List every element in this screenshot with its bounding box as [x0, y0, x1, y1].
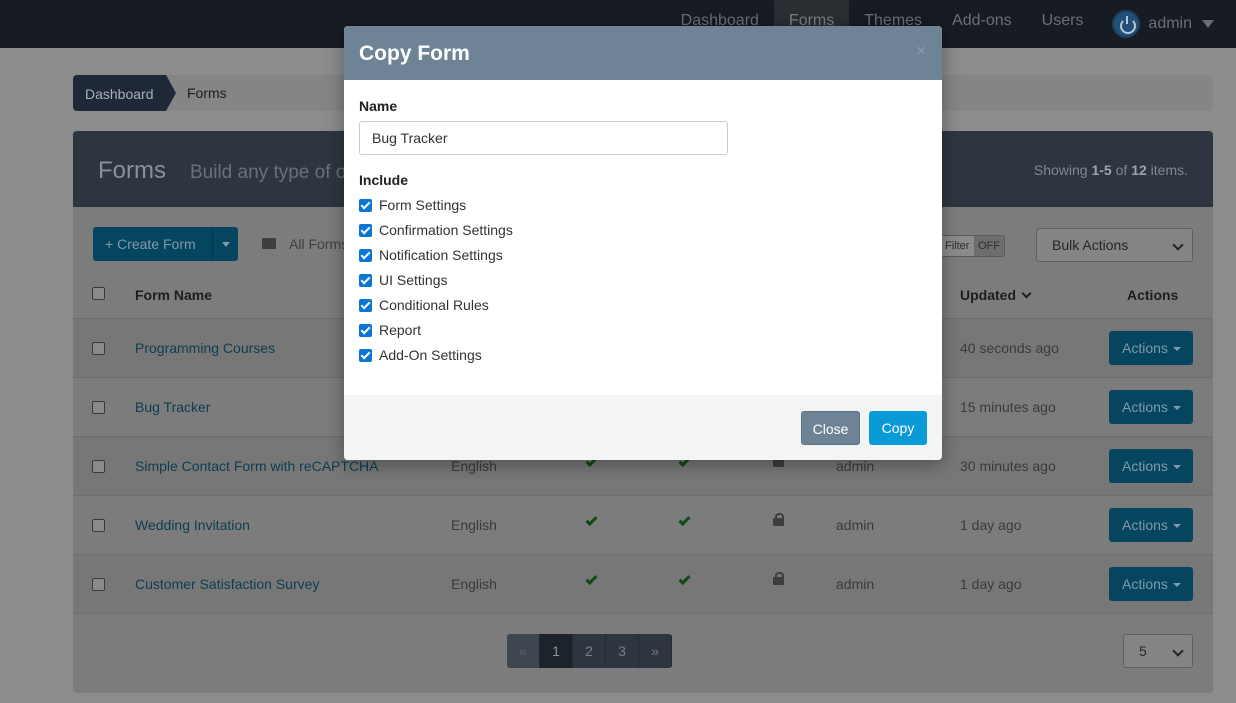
check-icon: [585, 572, 598, 586]
option-ui-settings[interactable]: UI Settings: [359, 271, 447, 289]
lock-icon: [773, 454, 784, 467]
modal-body: Name Include Form Settings Confirmation …: [344, 80, 942, 395]
filter-label: Filter: [942, 236, 974, 256]
checkbox[interactable]: [359, 198, 372, 212]
row-owner: admin: [836, 576, 875, 592]
option-report[interactable]: Report: [359, 321, 421, 339]
checkbox[interactable]: [359, 348, 372, 362]
pagination-prev[interactable]: «: [507, 634, 540, 668]
nav-addons[interactable]: Add-ons: [937, 0, 1027, 48]
option-label: Add-On Settings: [379, 347, 482, 363]
include-label: Include: [359, 172, 409, 188]
option-notification-settings[interactable]: Notification Settings: [359, 246, 503, 264]
pagination-page-2[interactable]: 2: [573, 634, 606, 668]
row-updated: 1 day ago: [960, 517, 1022, 533]
col-form-name[interactable]: Form Name: [135, 287, 212, 303]
nav-users[interactable]: Users: [1027, 0, 1099, 48]
folder-icon: [262, 238, 276, 249]
col-updated[interactable]: Updated: [960, 287, 1032, 303]
checkbox[interactable]: [359, 223, 372, 237]
table-row: Wedding Invitation English admin 1 day a…: [73, 495, 1213, 554]
select-all-checkbox[interactable]: [92, 287, 105, 300]
row-actions-button[interactable]: Actions: [1109, 508, 1193, 542]
row-checkbox[interactable]: [92, 578, 105, 591]
checkbox[interactable]: [359, 273, 372, 287]
row-updated: 1 day ago: [960, 576, 1022, 592]
name-input[interactable]: [359, 121, 728, 155]
row-actions-button[interactable]: Actions: [1109, 390, 1193, 424]
option-conditional-rules[interactable]: Conditional Rules: [359, 296, 489, 314]
user-name: admin: [1148, 15, 1192, 32]
row-checkbox[interactable]: [92, 342, 105, 355]
pagination-page-3[interactable]: 3: [606, 634, 639, 668]
pagination-next[interactable]: »: [639, 634, 672, 668]
table-row: Customer Satisfaction Survey English adm…: [73, 554, 1213, 613]
option-form-settings[interactable]: Form Settings: [359, 196, 466, 214]
option-label: Report: [379, 322, 422, 338]
check-icon: [678, 572, 691, 586]
page-subtitle: Build any type of o: [190, 162, 347, 183]
all-forms-filter[interactable]: All Forms: [289, 236, 348, 252]
create-form-button[interactable]: + Create Form: [93, 227, 238, 261]
breadcrumb-dashboard[interactable]: Dashboard: [73, 75, 175, 111]
form-name-link[interactable]: Simple Contact Form with reCAPTCHA: [135, 458, 379, 474]
form-name-link[interactable]: Customer Satisfaction Survey: [135, 576, 319, 592]
row-actions-button[interactable]: Actions: [1109, 567, 1193, 601]
bulk-actions-select[interactable]: Bulk Actions: [1036, 228, 1193, 262]
check-icon: [678, 513, 691, 527]
checkbox[interactable]: [359, 298, 372, 312]
checkbox[interactable]: [359, 323, 372, 337]
close-icon[interactable]: ×: [916, 41, 926, 61]
row-actions-button[interactable]: Actions: [1109, 331, 1193, 365]
row-language: English: [451, 517, 497, 533]
power-icon: [1112, 10, 1141, 38]
close-button[interactable]: Close: [801, 411, 860, 445]
chevron-down-icon: [1021, 288, 1032, 299]
option-addon-settings[interactable]: Add-On Settings: [359, 346, 482, 364]
modal-title: Copy Form: [359, 42, 470, 65]
row-checkbox[interactable]: [92, 401, 105, 414]
option-label: Form Settings: [379, 197, 467, 213]
row-owner: admin: [836, 517, 875, 533]
check-icon: [585, 513, 598, 527]
create-form-label: + Create Form: [105, 236, 196, 252]
row-checkbox[interactable]: [92, 460, 105, 473]
user-menu[interactable]: admin: [1098, 0, 1236, 48]
row-checkbox[interactable]: [92, 519, 105, 532]
option-label: Notification Settings: [379, 247, 503, 263]
items-count: Showing 1-5 of 12 items.: [1033, 162, 1188, 178]
page-size-select[interactable]: 5: [1123, 634, 1193, 668]
copy-form-modal: Copy Form × Name Include Form Settings C…: [344, 26, 942, 460]
page-title: Forms: [98, 157, 166, 184]
row-actions-button[interactable]: Actions: [1109, 449, 1193, 483]
modal-footer: Close Copy: [344, 395, 942, 460]
option-label: Confirmation Settings: [379, 222, 513, 238]
lock-icon: [773, 572, 784, 585]
modal-header: Copy Form ×: [344, 26, 942, 80]
col-actions: Actions: [1127, 287, 1179, 303]
row-updated: 15 minutes ago: [960, 399, 1056, 415]
row-language: English: [451, 458, 497, 474]
row-language: English: [451, 576, 497, 592]
row-updated: 40 seconds ago: [960, 340, 1059, 356]
option-label: Conditional Rules: [379, 297, 489, 313]
row-owner: admin: [836, 458, 875, 474]
filter-toggle[interactable]: Filter OFF: [941, 235, 1005, 257]
checkbox[interactable]: [359, 248, 372, 262]
create-form-dropdown[interactable]: [212, 227, 238, 261]
copy-button[interactable]: Copy: [869, 411, 927, 445]
option-label: UI Settings: [379, 272, 448, 288]
pagination-page-1[interactable]: 1: [540, 634, 573, 668]
filter-state: OFF: [974, 236, 1004, 256]
form-name-link[interactable]: Wedding Invitation: [135, 517, 250, 533]
pagination: « 1 2 3 »: [507, 634, 672, 668]
form-name-link[interactable]: Programming Courses: [135, 340, 275, 356]
chevron-down-icon: [1202, 20, 1214, 28]
row-updated: 30 minutes ago: [960, 458, 1056, 474]
option-confirmation-settings[interactable]: Confirmation Settings: [359, 221, 513, 239]
lock-icon: [773, 513, 784, 526]
form-name-link[interactable]: Bug Tracker: [135, 399, 210, 415]
breadcrumb-forms: Forms: [187, 85, 227, 101]
name-label: Name: [359, 98, 398, 114]
